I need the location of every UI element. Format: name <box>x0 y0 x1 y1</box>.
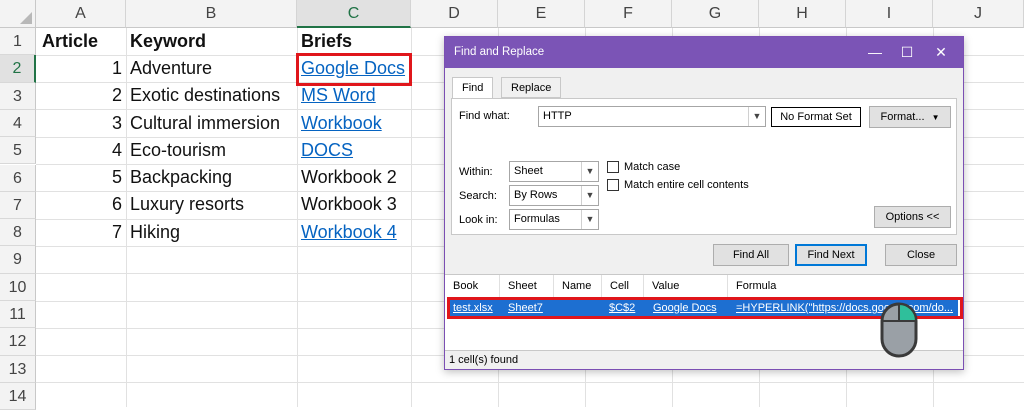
within-select[interactable]: Sheet ▼ <box>509 161 599 182</box>
active-cell-highlight <box>296 53 412 86</box>
match-entire-label: Match entire cell contents <box>624 179 749 191</box>
close-button[interactable]: Close <box>885 244 957 266</box>
find-what-label: Find what: <box>459 110 510 122</box>
row-header-9[interactable]: 9 <box>0 246 36 274</box>
format-button[interactable]: Format... ▼ <box>869 106 951 128</box>
row-header-1[interactable]: 1 <box>0 28 36 56</box>
row-header-6[interactable]: 6 <box>0 164 36 192</box>
match-case-label: Match case <box>624 161 681 173</box>
row-header-14[interactable]: 14 <box>0 382 36 410</box>
cell-c3-link[interactable]: MS Word <box>301 82 376 109</box>
cell-b3[interactable]: Exotic destinations <box>130 82 280 109</box>
lookin-value: Formulas <box>514 213 560 225</box>
find-next-button[interactable]: Find Next <box>795 244 867 266</box>
column-header-g[interactable]: G <box>672 0 759 28</box>
cell-a2[interactable]: 1 <box>36 55 122 82</box>
results-header-book[interactable]: Book <box>445 275 500 297</box>
column-header-a[interactable]: A <box>36 0 126 28</box>
column-header-f[interactable]: F <box>585 0 672 28</box>
format-button-label: Format... <box>880 111 925 123</box>
gridline <box>126 28 127 407</box>
lookin-label: Look in: <box>459 214 498 226</box>
chevron-down-icon[interactable]: ▼ <box>581 186 598 205</box>
tab-replace[interactable]: Replace <box>501 77 562 98</box>
find-options-panel: Find what: HTTP ▼ No Format Set Format..… <box>451 98 957 235</box>
format-preview: No Format Set <box>771 107 861 127</box>
find-all-button[interactable]: Find All <box>713 244 789 266</box>
column-header-c[interactable]: C <box>297 0 411 28</box>
cell-a1[interactable]: Article <box>42 28 98 55</box>
cell-a8[interactable]: 7 <box>36 219 122 246</box>
search-select[interactable]: By Rows ▼ <box>509 185 599 206</box>
cell-b6[interactable]: Backpacking <box>130 164 232 191</box>
search-value: By Rows <box>514 189 558 201</box>
cell-b1[interactable]: Keyword <box>130 28 206 55</box>
gridline <box>36 382 1024 383</box>
row-header-4[interactable]: 4 <box>0 109 36 138</box>
cell-b4[interactable]: Cultural immersion <box>130 110 280 137</box>
cell-a3[interactable]: 2 <box>36 82 122 109</box>
row-header-3[interactable]: 3 <box>0 82 36 110</box>
cell-a6[interactable]: 5 <box>36 164 122 191</box>
find-what-input[interactable]: HTTP ▼ <box>538 106 766 127</box>
cell-b5[interactable]: Eco-tourism <box>130 137 226 164</box>
within-label: Within: <box>459 166 493 178</box>
row-header-12[interactable]: 12 <box>0 328 36 356</box>
results-header-formula[interactable]: Formula <box>728 275 963 297</box>
row-header-5[interactable]: 5 <box>0 137 36 165</box>
row-header-8[interactable]: 8 <box>0 219 36 247</box>
results-header-cell[interactable]: Cell <box>602 275 644 297</box>
column-header-j[interactable]: J <box>933 0 1024 28</box>
chevron-down-icon[interactable]: ▼ <box>581 162 598 181</box>
cell-c1[interactable]: Briefs <box>301 28 352 55</box>
within-value: Sheet <box>514 165 543 177</box>
chevron-down-icon[interactable]: ▼ <box>581 210 598 229</box>
results-header-sheet[interactable]: Sheet <box>500 275 554 297</box>
column-header-d[interactable]: D <box>411 0 498 28</box>
cell-c8-link[interactable]: Workbook 4 <box>301 219 397 246</box>
close-icon[interactable]: ✕ <box>925 37 957 68</box>
column-header-h[interactable]: H <box>759 0 846 28</box>
maximize-icon[interactable]: ☐ <box>891 37 923 68</box>
cell-b8[interactable]: Hiking <box>130 219 180 246</box>
row-header-7[interactable]: 7 <box>0 191 36 220</box>
options-button[interactable]: Options << <box>874 206 951 228</box>
dropdown-arrow-icon: ▼ <box>931 113 940 122</box>
dialog-titlebar[interactable]: Find and Replace — ☐ ✕ <box>445 37 963 68</box>
cell-c4-link[interactable]: Workbook <box>301 110 382 137</box>
match-entire-checkbox[interactable] <box>607 179 619 191</box>
row-header-11[interactable]: 11 <box>0 301 36 329</box>
column-header-e[interactable]: E <box>498 0 585 28</box>
results-header-name[interactable]: Name <box>554 275 602 297</box>
tab-find[interactable]: Find <box>452 77 494 99</box>
cell-a5[interactable]: 4 <box>36 137 122 164</box>
cell-b2[interactable]: Adventure <box>130 55 212 82</box>
cell-c7[interactable]: Workbook 3 <box>301 191 397 218</box>
cell-c6[interactable]: Workbook 2 <box>301 164 397 191</box>
cell-a7[interactable]: 6 <box>36 191 122 218</box>
row-header-2[interactable]: 2 <box>0 55 36 83</box>
column-header-b[interactable]: B <box>126 0 297 28</box>
mouse-click-icon <box>880 302 918 358</box>
chevron-down-icon[interactable]: ▼ <box>748 107 765 126</box>
row-header-10[interactable]: 10 <box>0 273 36 301</box>
row-header-13[interactable]: 13 <box>0 355 36 383</box>
search-label: Search: <box>459 190 497 202</box>
match-case-checkbox[interactable] <box>607 161 619 173</box>
column-header-i[interactable]: I <box>846 0 933 28</box>
select-all-corner[interactable] <box>0 0 36 28</box>
minimize-icon[interactable]: — <box>859 37 891 68</box>
dialog-title: Find and Replace <box>454 46 545 58</box>
cell-c5-link[interactable]: DOCS <box>301 137 353 164</box>
lookin-select[interactable]: Formulas ▼ <box>509 209 599 230</box>
cell-a4[interactable]: 3 <box>36 110 122 137</box>
find-what-value: HTTP <box>543 110 572 122</box>
results-header-value[interactable]: Value <box>644 275 728 297</box>
cell-b7[interactable]: Luxury resorts <box>130 191 244 218</box>
